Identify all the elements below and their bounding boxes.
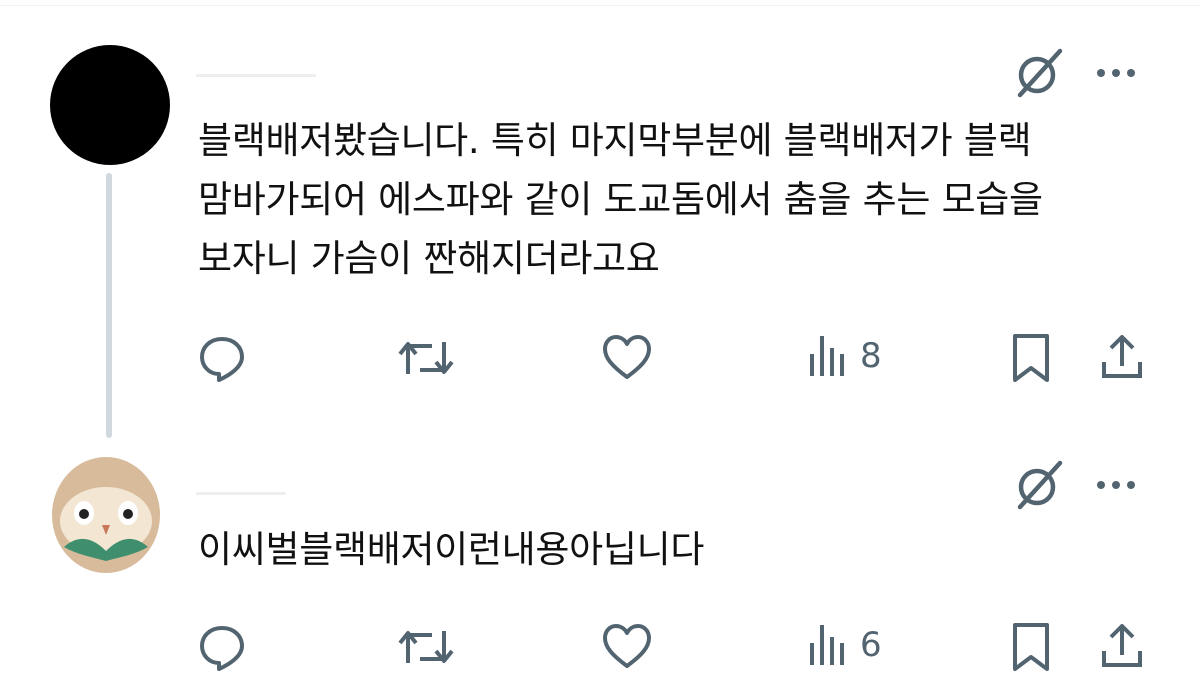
post-header-actions — [1012, 458, 1140, 512]
views-button[interactable]: 6 — [806, 621, 882, 669]
action-bar: 6 — [0, 617, 1200, 677]
share-button[interactable] — [1100, 623, 1144, 669]
reply-post[interactable]: 블랙배저봤습니다. 특히 마지막부분에 블랙배저가 블랙 맘바가되어 에스파와 … — [0, 0, 1200, 440]
more-icon[interactable] — [1092, 49, 1140, 97]
more-icon[interactable] — [1092, 461, 1140, 509]
post-text: 이씨벌블랙배저이런내용아닙니다 — [198, 528, 705, 571]
repost-button[interactable] — [398, 336, 454, 380]
like-icon — [603, 335, 651, 379]
views-button[interactable]: 8 — [806, 332, 882, 380]
thread-connector-line — [106, 173, 112, 438]
views-count: 6 — [860, 625, 882, 665]
like-button[interactable] — [602, 623, 652, 669]
reply-button[interactable] — [197, 622, 247, 672]
reply-button[interactable] — [197, 333, 247, 383]
repost-button[interactable] — [398, 625, 454, 669]
share-button[interactable] — [1100, 334, 1144, 380]
share-icon — [1102, 624, 1142, 667]
share-icon — [1102, 335, 1142, 378]
author-name-faded — [196, 74, 316, 77]
reply-post[interactable]: 이씨벌블랙배저이런내용아닙니다 6 — [0, 440, 1200, 699]
views-icon — [810, 625, 844, 665]
post-text: 블랙배저봤습니다. 특히 마지막부분에 블랙배저가 블랙 맘바가되어 에스파와 … — [198, 119, 1043, 280]
grok-icon[interactable] — [1012, 46, 1066, 100]
post-header-actions — [1012, 46, 1140, 100]
reply-icon — [200, 626, 244, 671]
bookmark-button[interactable] — [1010, 621, 1052, 673]
like-icon — [603, 624, 651, 668]
reply-icon — [200, 337, 244, 382]
bookmark-icon — [1013, 623, 1049, 671]
repost-icon — [398, 631, 454, 663]
views-count: 8 — [860, 336, 882, 376]
avatar[interactable] — [50, 45, 170, 165]
repost-icon — [398, 342, 454, 374]
grok-icon[interactable] — [1012, 458, 1066, 512]
author-name-faded — [196, 492, 286, 495]
views-icon — [810, 336, 844, 376]
action-bar: 8 — [0, 328, 1200, 388]
bookmark-button[interactable] — [1010, 332, 1052, 384]
owl-avatar-image — [52, 457, 160, 573]
like-button[interactable] — [602, 334, 652, 380]
avatar[interactable] — [50, 455, 162, 575]
bookmark-icon — [1013, 334, 1049, 382]
